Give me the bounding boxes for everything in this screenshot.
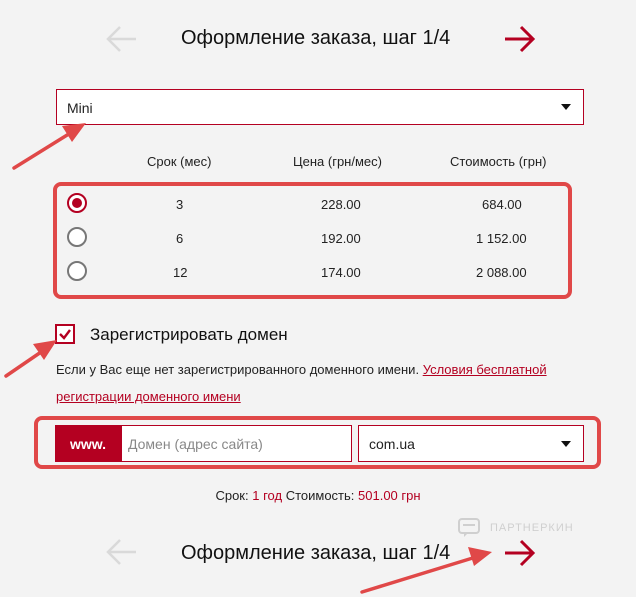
table-row[interactable]: 6 192.00 1 152.00 xyxy=(0,223,636,253)
annotation-arrow-icon xyxy=(12,130,74,170)
domain-input[interactable] xyxy=(121,425,352,462)
prev-step-arrow-icon-bottom xyxy=(104,537,138,567)
note-text: Если у Вас еще нет зарегистрированного д… xyxy=(56,362,423,377)
term-cell: 6 xyxy=(176,231,184,246)
chevron-down-icon xyxy=(561,441,571,447)
chevron-down-icon xyxy=(561,104,571,110)
column-header-price: Цена (грн/мес) xyxy=(293,154,382,169)
check-icon xyxy=(59,329,71,340)
annotation-arrow-head-icon xyxy=(33,340,57,360)
annotation-arrow-head-icon xyxy=(62,123,86,142)
cost-label: Стоимость: xyxy=(285,488,355,503)
domain-zone-value: com.ua xyxy=(369,436,415,452)
table-row[interactable]: 12 174.00 2 088.00 xyxy=(0,257,636,287)
plan-select[interactable]: Mini xyxy=(56,89,584,125)
table-row[interactable]: 3 228.00 684.00 xyxy=(0,189,636,219)
cost-value: 501.00 грн xyxy=(358,488,421,503)
page-title-bottom: Оформление заказа, шаг 1/4 xyxy=(181,542,451,564)
prev-step-arrow-icon xyxy=(104,24,138,54)
next-step-arrow-icon[interactable] xyxy=(503,24,537,54)
watermark-logo: ПАРТНЕРКИН xyxy=(458,518,588,540)
chat-bubble-icon xyxy=(458,518,480,537)
term-label: Срок: xyxy=(215,488,249,503)
register-domain-label: Зарегистрировать домен xyxy=(90,325,288,344)
term-radio-12[interactable] xyxy=(67,261,87,281)
column-header-cost: Стоимость (грн) xyxy=(450,154,547,169)
register-domain-checkbox[interactable] xyxy=(55,324,75,344)
cost-cell: 1 152.00 xyxy=(476,231,527,246)
annotation-arrow-icon xyxy=(4,348,46,378)
domain-zone-select[interactable]: com.ua xyxy=(358,425,584,462)
term-radio-3[interactable] xyxy=(67,193,87,213)
term-radio-6[interactable] xyxy=(67,227,87,247)
cost-cell: 684.00 xyxy=(482,197,522,212)
price-cell: 174.00 xyxy=(321,265,361,280)
next-step-arrow-icon-bottom[interactable] xyxy=(503,538,537,568)
term-cell: 3 xyxy=(176,197,184,212)
www-prefix: www. xyxy=(55,425,121,462)
order-summary: Срок: 1 год Стоимость: 501.00 грн xyxy=(0,488,636,503)
annotation-arrow-head-icon xyxy=(468,547,492,566)
cost-cell: 2 088.00 xyxy=(476,265,527,280)
price-cell: 192.00 xyxy=(321,231,361,246)
plan-select-value: Mini xyxy=(67,100,93,116)
price-cell: 228.00 xyxy=(321,197,361,212)
term-value: 1 год xyxy=(252,488,283,503)
register-domain-note: Если у Вас еще нет зарегистрированного д… xyxy=(56,356,576,410)
page-title: Оформление заказа, шаг 1/4 xyxy=(181,27,451,49)
term-cell: 12 xyxy=(173,265,188,280)
column-header-term: Срок (мес) xyxy=(147,154,212,169)
watermark-text: ПАРТНЕРКИН xyxy=(490,522,574,534)
